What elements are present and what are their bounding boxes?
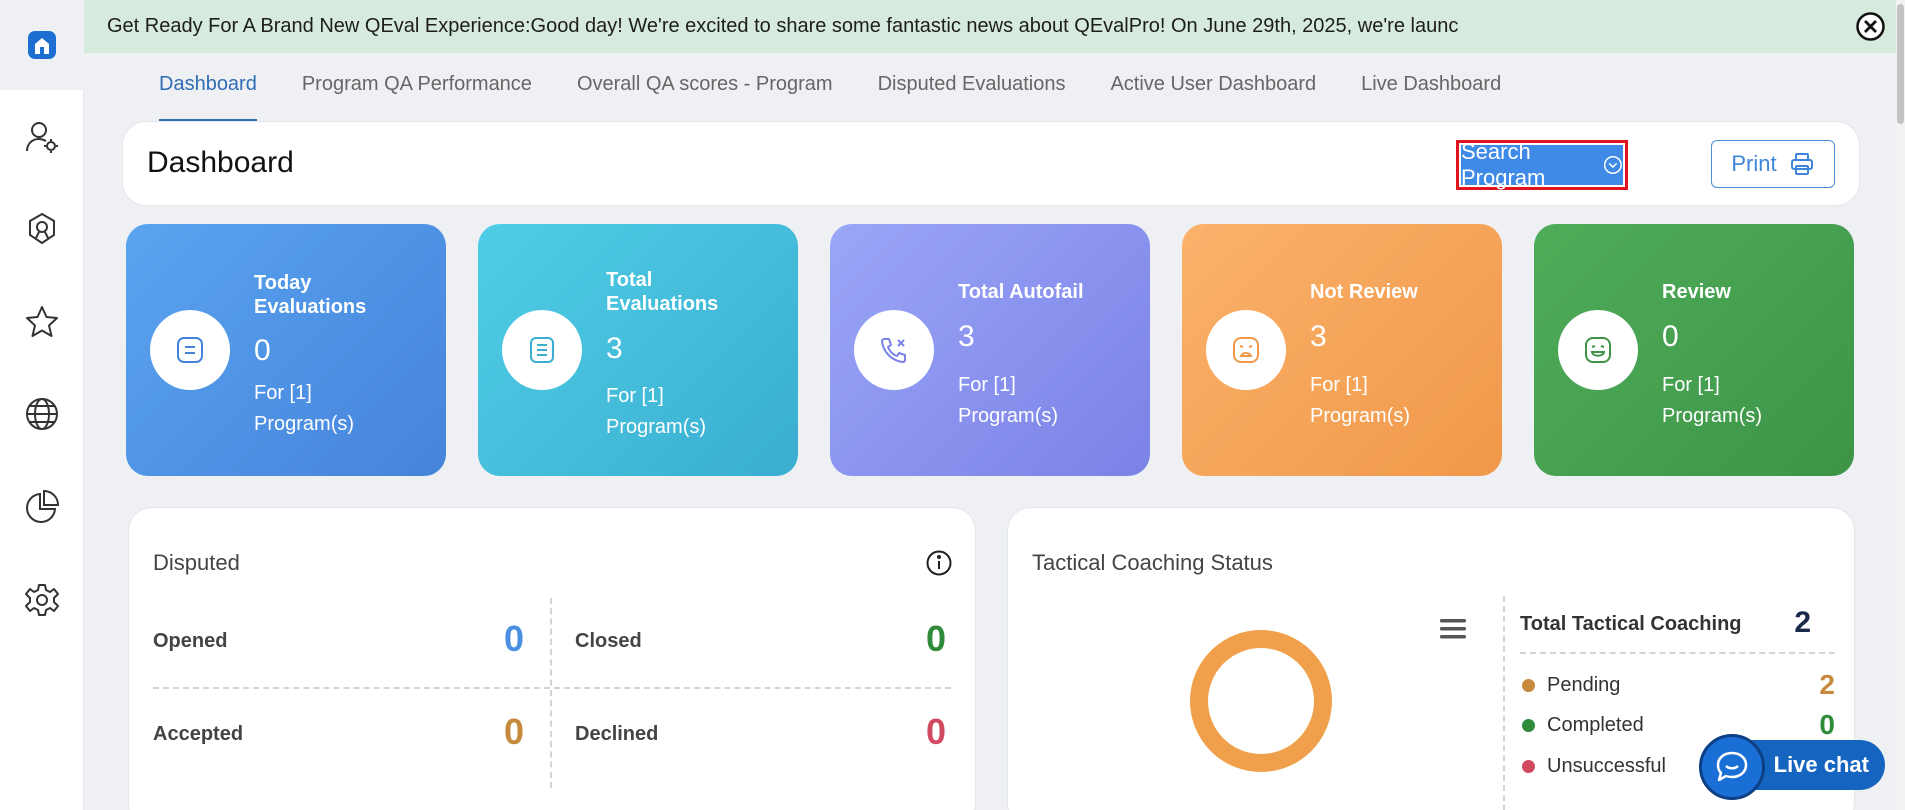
stat-sub: For [1] Program(s) [1662, 374, 1763, 427]
announcement-banner: Get Ready For A Brand New QEval Experien… [84, 0, 1896, 53]
legend-dot [1522, 760, 1535, 773]
home-icon [28, 31, 56, 59]
stat-value: 3 [606, 332, 623, 365]
legend-item-pending[interactable]: Pending 2 [1520, 669, 1835, 701]
scrollbar-thumb[interactable] [1897, 4, 1904, 124]
stat-label: Not Review [1310, 281, 1418, 303]
stat-card-review[interactable]: Review 0 For [1] Program(s) [1534, 224, 1854, 476]
stat-label: Total Evaluations [606, 269, 719, 315]
disputed-opened[interactable]: Opened 0 [129, 596, 524, 686]
globe-icon [26, 398, 58, 430]
stat-label: Total Autofail [958, 281, 1084, 303]
search-program-highlight: Search Program [1456, 139, 1628, 190]
stat-value: 3 [958, 320, 975, 353]
phone-cancel-icon [881, 338, 906, 363]
live-chat-label: Live chat [1773, 752, 1869, 777]
page-header: Dashboard Search Program Print [122, 121, 1860, 206]
tactical-separator [1520, 652, 1835, 654]
disputed-opened-label: Opened [153, 630, 228, 652]
stat-icon-circle [1558, 310, 1638, 390]
stat-label: Review [1662, 281, 1731, 303]
disputed-declined-value: 0 [926, 711, 947, 752]
disputed-accepted-value: 0 [504, 711, 525, 752]
legend-name: Completed [1547, 714, 1644, 736]
user-settings-icon [26, 122, 58, 153]
list-icon [177, 337, 203, 363]
pie-chart-icon [26, 489, 60, 523]
info-icon[interactable] [925, 549, 953, 577]
search-program-label: Search Program [1461, 139, 1546, 190]
tactical-title: Tactical Coaching Status [1032, 550, 1273, 575]
disputed-card: Disputed Opened 0 Closed 0 Accepted 0 De… [128, 507, 976, 810]
chevron-down-icon [1604, 156, 1623, 174]
search-program-button[interactable]: Search Program [1461, 139, 1623, 190]
tab-overall-qa-scores[interactable]: Overall QA scores - Program [577, 53, 833, 122]
legend-dot [1522, 719, 1535, 732]
legend-value: 2 [1819, 669, 1835, 700]
print-button[interactable]: Print [1711, 140, 1835, 188]
stat-icon-circle [854, 310, 934, 390]
tab-live-dashboard[interactable]: Live Dashboard [1361, 53, 1501, 122]
stat-value: 0 [254, 334, 271, 367]
print-label: Print [1731, 151, 1777, 176]
disputed-accepted-label: Accepted [153, 723, 244, 745]
disputed-closed-label: Closed [575, 630, 642, 652]
stat-value: 3 [1310, 320, 1327, 353]
tab-dashboard[interactable]: Dashboard [159, 53, 257, 122]
live-chat-circle [1699, 734, 1765, 800]
dashboard-tabs: Dashboard Program QA Performance Overall… [159, 53, 1546, 122]
stat-sub: For [1] Program(s) [1310, 374, 1411, 427]
legend-dot [1522, 679, 1535, 692]
stat-card-total-evaluations[interactable]: Total Evaluations 3 For [1] Program(s) [478, 224, 798, 476]
live-chat-button[interactable]: Live chat [1699, 734, 1887, 800]
stat-card-today-evaluations[interactable]: Today Evaluations 0 For [1] Program(s) [126, 224, 446, 476]
sidebar-item-badge[interactable] [0, 199, 84, 259]
tactical-total-value: 2 [1794, 606, 1811, 639]
sidebar-item-settings[interactable] [0, 570, 84, 630]
stat-sub: For [1] Program(s) [958, 374, 1059, 427]
sidebar-item-reports[interactable] [0, 477, 84, 537]
disputed-title: Disputed [153, 550, 240, 575]
sidebar-item-favorites[interactable] [0, 292, 84, 352]
chat-bubble-icon [1716, 751, 1748, 782]
sidebar-item-global[interactable] [0, 384, 84, 444]
close-icon[interactable] [1855, 11, 1886, 42]
legend-name: Pending [1547, 674, 1621, 696]
disputed-closed[interactable]: Closed 0 [551, 596, 946, 686]
stat-value: 0 [1662, 320, 1679, 353]
legend-name: Unsuccessful [1547, 755, 1666, 777]
page-title: Dashboard [147, 146, 294, 179]
stat-card-not-review[interactable]: Not Review 3 For [1] Program(s) [1182, 224, 1502, 476]
sad-face-icon [1233, 337, 1259, 363]
tab-active-user-dashboard[interactable]: Active User Dashboard [1110, 53, 1316, 122]
sidebar-item-home[interactable] [0, 0, 84, 90]
stat-label: Today Evaluations [254, 272, 367, 318]
disputed-opened-value: 0 [504, 618, 525, 659]
badge-icon [29, 212, 55, 245]
sidebar [0, 0, 84, 810]
sidebar-item-users[interactable] [0, 107, 84, 167]
disputed-accepted[interactable]: Accepted 0 [129, 689, 524, 779]
stat-icon-circle [502, 310, 582, 390]
stat-sub: For [1] Program(s) [606, 385, 707, 438]
stat-icon-circle [150, 310, 230, 390]
star-icon [26, 306, 58, 337]
hamburger-menu-icon[interactable] [1438, 616, 1468, 642]
tab-program-qa-performance[interactable]: Program QA Performance [302, 53, 532, 122]
donut-chart[interactable] [1188, 628, 1334, 774]
page-scrollbar[interactable] [1896, 0, 1905, 810]
document-list-icon [530, 337, 554, 363]
gear-icon [25, 584, 59, 616]
disputed-closed-value: 0 [926, 618, 947, 659]
printer-icon [1790, 153, 1813, 175]
banner-text: Get Ready For A Brand New QEval Experien… [107, 15, 1459, 37]
stat-card-total-autofail[interactable]: Total Autofail 3 For [1] Program(s) [830, 224, 1150, 476]
stat-sub: For [1] Program(s) [254, 382, 355, 435]
happy-face-icon [1585, 337, 1611, 363]
disputed-declined-label: Declined [575, 723, 659, 745]
tactical-total-label: Total Tactical Coaching [1520, 613, 1742, 635]
tab-disputed-evaluations[interactable]: Disputed Evaluations [878, 53, 1066, 122]
disputed-declined[interactable]: Declined 0 [551, 689, 946, 779]
stat-icon-circle [1206, 310, 1286, 390]
